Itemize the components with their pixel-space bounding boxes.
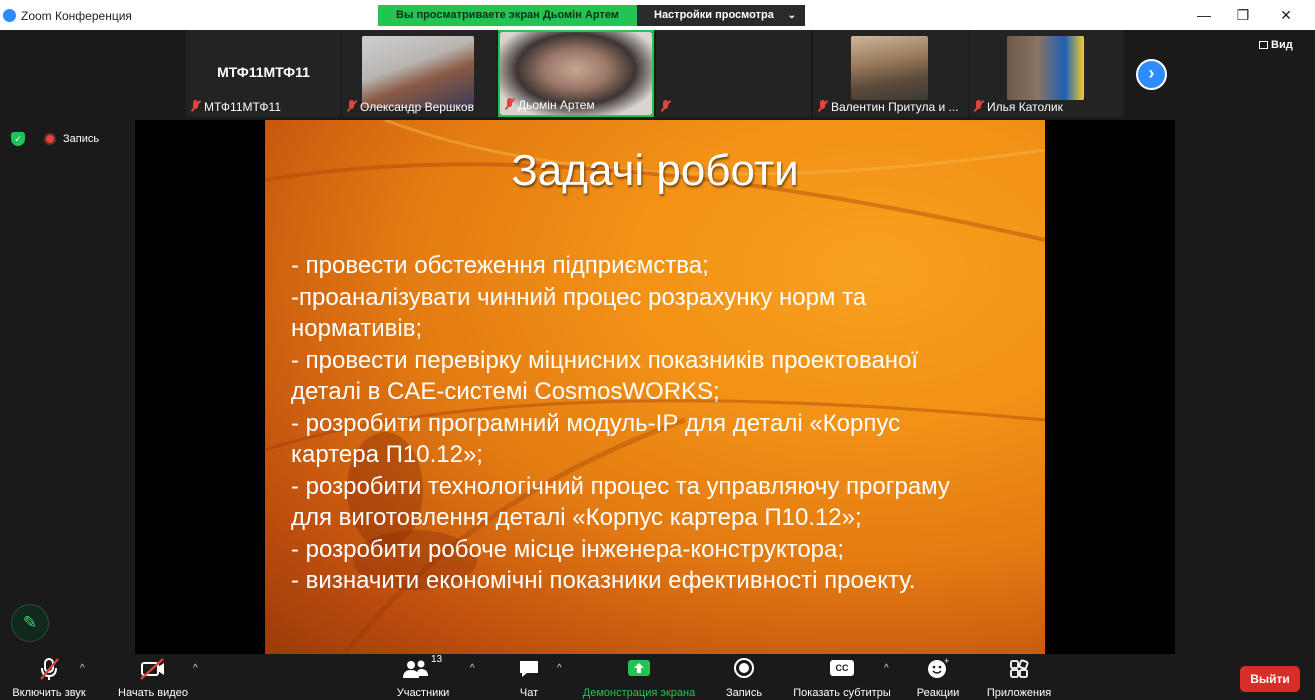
- mic-off-icon: [505, 98, 514, 110]
- chat-button[interactable]: Чат: [514, 656, 544, 699]
- slide-line: - провести обстеження підприємства;: [291, 252, 709, 279]
- slide-line: для виготовлення деталі «Корпус картера …: [291, 504, 862, 531]
- grid-view-icon: [1259, 41, 1268, 49]
- view-options-dropdown[interactable]: Настройки просмотра ⌄: [637, 5, 805, 26]
- slide-line: - розробити програмний модуль-ІР для дет…: [291, 409, 901, 437]
- slide-line: -проаналізувати чинний процес розрахунку…: [291, 283, 867, 311]
- participant-label: МТФ11МТФ11: [191, 100, 337, 114]
- title-bar: Zoom Конференция Вы просматриваете экран…: [0, 0, 1315, 30]
- slide-line: - визначити економічні показники ефектив…: [291, 567, 916, 594]
- slide-line: картера П10.12»;: [291, 441, 483, 468]
- screen-share-banner: Вы просматриваете экран Дьомін Артем: [378, 5, 637, 26]
- captions-options-caret[interactable]: ^: [884, 663, 889, 674]
- apps-icon: [1006, 656, 1032, 682]
- participant-video: [362, 36, 474, 108]
- participant-tile-active[interactable]: Дьомін Артем: [498, 30, 654, 117]
- participant-label: Илья Католик: [974, 100, 1120, 114]
- audio-options-caret[interactable]: ^: [80, 663, 85, 674]
- participant-strip: МТФ11МТФ11 МТФ11МТФ11 Олександр Вершков …: [0, 30, 1315, 118]
- slide-task-list: - провести обстеження підприємства; -про…: [291, 250, 1031, 597]
- participant-video: [851, 36, 928, 100]
- record-dot-icon: [44, 133, 56, 145]
- mic-off-icon: [38, 656, 60, 682]
- zoom-logo-icon: [3, 9, 16, 22]
- mic-off-icon: [974, 100, 983, 112]
- minimize-icon[interactable]: —: [1192, 5, 1216, 25]
- reactions-icon: +: [925, 656, 951, 682]
- share-screen-icon: [626, 656, 652, 682]
- participant-label: Валентин Притула и ...: [818, 100, 964, 114]
- video-options-caret[interactable]: ^: [193, 663, 198, 674]
- slide-line: - провести перевірку міцнисних показникі…: [291, 346, 919, 374]
- svg-text:+: +: [944, 656, 949, 666]
- slide-line: - розробити технологічний процес та упра…: [291, 472, 950, 500]
- chat-options-caret[interactable]: ^: [557, 663, 562, 674]
- participant-label: Дьомін Артем: [505, 98, 648, 112]
- view-button[interactable]: Вид: [1259, 39, 1293, 51]
- participants-count: 13: [431, 654, 443, 665]
- record-icon: [731, 656, 757, 682]
- meeting-toolbar: Включить звук ^ Начать видео ^ 13 Участн…: [0, 654, 1315, 700]
- security-shield-icon[interactable]: ✓: [11, 132, 25, 146]
- restore-icon[interactable]: ❐: [1231, 5, 1255, 25]
- mic-off-icon: [818, 100, 827, 112]
- participants-button[interactable]: 13 Участники: [392, 654, 454, 699]
- video-off-icon: [139, 656, 167, 682]
- recording-label: Запись: [63, 133, 100, 145]
- participant-tile-name: МТФ11МТФ11: [217, 64, 310, 80]
- chat-icon: [517, 656, 541, 682]
- participant-tile[interactable]: Валентин Притула и ...: [813, 30, 968, 117]
- mic-off-icon: [347, 100, 356, 112]
- slide-line: - розробити робоче місце інженера-констр…: [291, 535, 845, 563]
- view-options-label: Настройки просмотра: [654, 9, 774, 21]
- close-icon[interactable]: ✕: [1274, 5, 1298, 25]
- record-button[interactable]: Запись: [722, 656, 766, 699]
- participant-tile[interactable]: Илья Католик: [969, 30, 1124, 117]
- participants-options-caret[interactable]: ^: [470, 663, 475, 674]
- show-captions-button[interactable]: CC Показать субтитры: [790, 656, 894, 699]
- apps-button[interactable]: Приложения: [982, 656, 1056, 699]
- captions-icon: CC: [829, 656, 855, 682]
- exit-button[interactable]: Выйти: [1240, 666, 1300, 692]
- participant-tile[interactable]: МТФ11МТФ11 МТФ11МТФ11: [186, 30, 341, 117]
- presentation-slide: Задачі роботи - провести обстеження підп…: [265, 120, 1045, 654]
- next-page-icon[interactable]: ›: [1136, 59, 1167, 90]
- share-screen-button[interactable]: Демонстрация экрана: [578, 656, 700, 699]
- window-title: Zoom Конференция: [21, 9, 132, 23]
- start-video-button[interactable]: Начать видео: [112, 656, 194, 699]
- mic-off-icon: [661, 100, 670, 112]
- participants-icon: 13: [401, 654, 445, 682]
- mic-off-icon: [191, 100, 200, 112]
- participant-tile[interactable]: Олександр Вершков: [342, 30, 497, 117]
- slide-line: нормативів;: [291, 315, 423, 342]
- participant-video: [1007, 36, 1084, 100]
- slide-line: деталі в CAE-системі CosmosWORKS;: [291, 378, 720, 405]
- annotate-pen-icon[interactable]: ✎: [11, 604, 49, 642]
- participant-tile[interactable]: [656, 30, 811, 117]
- slide-title: Задачі роботи: [511, 146, 799, 195]
- participant-label: Олександр Вершков: [347, 100, 493, 114]
- reactions-button[interactable]: + Реакции: [914, 656, 962, 699]
- participant-label: [661, 100, 807, 114]
- chevron-down-icon: ⌄: [787, 10, 796, 21]
